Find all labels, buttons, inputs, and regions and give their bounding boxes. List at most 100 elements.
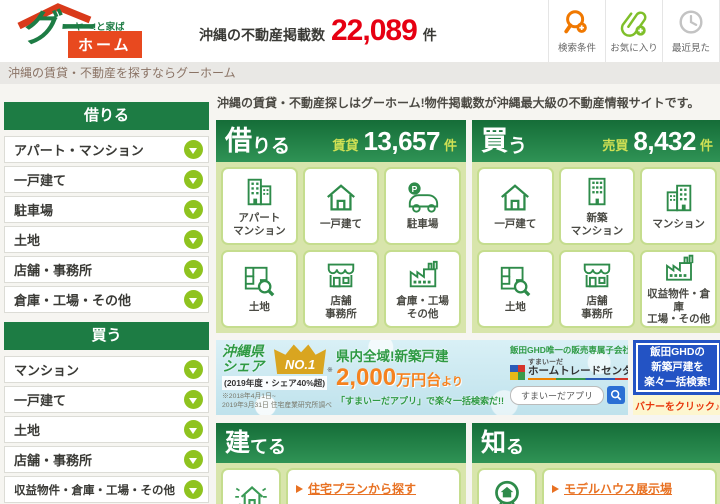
sumaida-app-pill[interactable]: すまいーだアプリ bbox=[510, 385, 605, 405]
factory-icon bbox=[665, 254, 693, 281]
link-label: 住宅プランから探す bbox=[308, 482, 417, 496]
shop-icon bbox=[583, 263, 611, 288]
new-mansion-icon bbox=[588, 177, 606, 206]
rent-tile-apartment-mansion[interactable]: アパート マンション bbox=[221, 167, 298, 245]
clock-icon bbox=[679, 10, 703, 34]
know-section: 知 る モデルハウス展示場 bbox=[472, 423, 720, 504]
home-trade-center-logo-icon bbox=[510, 364, 525, 380]
search-plus-icon bbox=[564, 10, 587, 34]
banner-company-block: 飯田GHD唯一の販売専属子会社 すまいーだ ホームトレードセンター すまいーだア… bbox=[510, 340, 628, 415]
buy-tile-panel: 一戸建て 新築 マンション マンション 土地 店舗 事務所 収益物件・倉庫 工場… bbox=[472, 162, 720, 333]
banner-price-unit: 万円台 bbox=[396, 372, 442, 389]
recently-viewed-button[interactable]: 最近見た bbox=[662, 0, 719, 62]
buy-tile-land[interactable]: 土地 bbox=[477, 250, 554, 328]
build-panel: 住宅プランから探す 建築実例から探す bbox=[216, 463, 466, 504]
tile-label: 土地 bbox=[504, 301, 526, 314]
buy-tile-shop-office[interactable]: 店舗 事務所 bbox=[558, 250, 636, 328]
banner-headline: 県内全域!新築戸建 bbox=[336, 349, 449, 364]
action-label: お気に入り bbox=[610, 43, 658, 54]
banner-app-line: 「すまいーだアプリ」で楽々一括検索だ!! bbox=[336, 396, 504, 407]
chevron-down-icon[interactable] bbox=[184, 360, 203, 379]
listing-count: 沖縄の不動産掲載数 22,089 件 bbox=[199, 14, 437, 48]
sidebar-item-label: 土地 bbox=[14, 423, 41, 438]
rent-title-sub: りる bbox=[252, 136, 291, 157]
buy-tile-new-mansion[interactable]: 新築 マンション bbox=[558, 167, 636, 245]
sidebar-item-label: 店舗・事務所 bbox=[14, 263, 93, 278]
mansion-icon bbox=[666, 184, 691, 212]
logo-home-text: ホーム bbox=[68, 31, 142, 58]
tile-label: 倉庫・工場 その他 bbox=[396, 294, 449, 320]
sidebar-item-apartment-mansion[interactable]: アパート・マンション bbox=[4, 136, 209, 163]
rent-section-header: 借 りる 賃貸 13,657 件 bbox=[216, 120, 466, 162]
tile-label: マンション bbox=[652, 218, 705, 231]
buy-tile-mansion[interactable]: マンション bbox=[640, 167, 717, 245]
tile-label: 収益物件・倉庫 工場・その他 bbox=[647, 288, 711, 326]
chevron-down-icon[interactable] bbox=[184, 450, 203, 469]
banner-share-detail: (2019年度・シェア40%超) bbox=[222, 376, 328, 391]
apartment-icon bbox=[247, 178, 272, 206]
tile-label: 店舗 事務所 bbox=[325, 294, 357, 320]
chevron-down-icon[interactable] bbox=[184, 170, 203, 189]
sidebar-item-label: アパート・マンション bbox=[14, 143, 144, 158]
sumaida-ad-banner[interactable]: 沖縄県 シェア NO.1 ※ (2019年度・シェア40%超) ※2018年4月… bbox=[216, 340, 628, 415]
sidebar-item-buy-mansion[interactable]: マンション bbox=[4, 356, 209, 383]
listing-count-value: 22,089 bbox=[331, 14, 418, 47]
sidebar-item-land[interactable]: 土地 bbox=[4, 226, 209, 253]
iida-banner-top: 飯田GHDの 新築戸建を 楽々一括検索! bbox=[633, 340, 720, 395]
sidebar-item-buy-income-property[interactable]: 収益物件・倉庫・工場・その他 bbox=[4, 476, 209, 503]
chevron-down-icon[interactable] bbox=[184, 290, 203, 309]
tile-label: 新築 マンション bbox=[570, 211, 624, 237]
buy-tile-detached-house[interactable]: 一戸建て bbox=[477, 167, 554, 245]
house-icon bbox=[501, 184, 530, 211]
chevron-down-icon[interactable] bbox=[184, 420, 203, 439]
build-title-main: 建 bbox=[225, 428, 251, 457]
chevron-down-icon[interactable] bbox=[184, 140, 203, 159]
rent-count-value: 13,657 bbox=[363, 125, 440, 156]
svg-text:P: P bbox=[411, 184, 417, 194]
link-label: モデルハウス展示場 bbox=[564, 482, 673, 496]
chevron-down-icon[interactable] bbox=[184, 480, 203, 499]
buy-count: 売買 8,432 件 bbox=[602, 126, 713, 157]
know-title-main: 知 bbox=[481, 428, 507, 457]
banner-search-button[interactable] bbox=[607, 386, 626, 404]
iida-banner-cta: バナーをクリック♪ bbox=[633, 395, 720, 415]
chevron-down-icon[interactable] bbox=[184, 390, 203, 409]
rent-tile-land[interactable]: 土地 bbox=[221, 250, 298, 328]
know-icon-box[interactable] bbox=[477, 468, 537, 504]
rent-count-unit: 件 bbox=[443, 137, 457, 153]
sidebar-item-parking[interactable]: 駐車場 bbox=[4, 196, 209, 223]
rent-tile-shop-office[interactable]: 店舗 事務所 bbox=[302, 250, 380, 328]
goo-home-logo[interactable]: グー ヤー!と家ば ホーム bbox=[10, 2, 185, 60]
iida-ghd-banner[interactable]: 飯田GHDの 新築戸建を 楽々一括検索! バナーをクリック♪ bbox=[633, 340, 720, 415]
buy-tile-income-property[interactable]: 収益物件・倉庫 工場・その他 bbox=[640, 250, 717, 328]
search-conditions-button[interactable]: 検索条件 bbox=[548, 0, 605, 62]
know-section-header: 知 る bbox=[472, 423, 720, 463]
rent-tile-parking[interactable]: P 駐車場 bbox=[384, 167, 461, 245]
sidebar: 借りる アパート・マンション 一戸建て 駐車場 土地 店舗・事務所 倉庫・工場・… bbox=[4, 102, 209, 504]
chevron-down-icon[interactable] bbox=[184, 200, 203, 219]
banner-share-note: ※2018年4月1日~ 2019年3月31日 住宅産業研究所調べ bbox=[222, 393, 332, 410]
tile-label: 土地 bbox=[248, 301, 270, 314]
tile-label: 一戸建て bbox=[494, 218, 537, 231]
chevron-down-icon[interactable] bbox=[184, 230, 203, 249]
tile-label: 店舗 事務所 bbox=[581, 294, 613, 320]
know-title-sub: る bbox=[506, 437, 525, 457]
listing-count-label: 沖縄の不動産掲載数 bbox=[199, 27, 325, 43]
sidebar-item-detached-house[interactable]: 一戸建て bbox=[4, 166, 209, 193]
rent-tile-detached-house[interactable]: 一戸建て bbox=[302, 167, 380, 245]
rent-tile-warehouse-other[interactable]: 倉庫・工場 その他 bbox=[384, 250, 461, 328]
build-title-sub: てる bbox=[250, 437, 287, 457]
build-icon-box[interactable] bbox=[221, 468, 281, 504]
sidebar-item-shop-office[interactable]: 店舗・事務所 bbox=[4, 256, 209, 283]
sidebar-item-buy-shop-office[interactable]: 店舗・事務所 bbox=[4, 446, 209, 473]
link-housing-plan[interactable]: 住宅プランから探す bbox=[296, 480, 451, 497]
sidebar-item-buy-detached-house[interactable]: 一戸建て bbox=[4, 386, 209, 413]
sidebar-item-label: 駐車場 bbox=[14, 203, 54, 218]
sidebar-item-buy-land[interactable]: 土地 bbox=[4, 416, 209, 443]
know-links: モデルハウス展示場 一戸建て見学会 bbox=[542, 468, 717, 504]
chevron-down-icon[interactable] bbox=[184, 260, 203, 279]
sidebar-item-warehouse-other[interactable]: 倉庫・工場・その他 bbox=[4, 286, 209, 313]
link-model-house[interactable]: モデルハウス展示場 bbox=[552, 480, 707, 497]
buy-title-sub: う bbox=[508, 136, 528, 157]
favorites-button[interactable]: お気に入り bbox=[605, 0, 662, 62]
